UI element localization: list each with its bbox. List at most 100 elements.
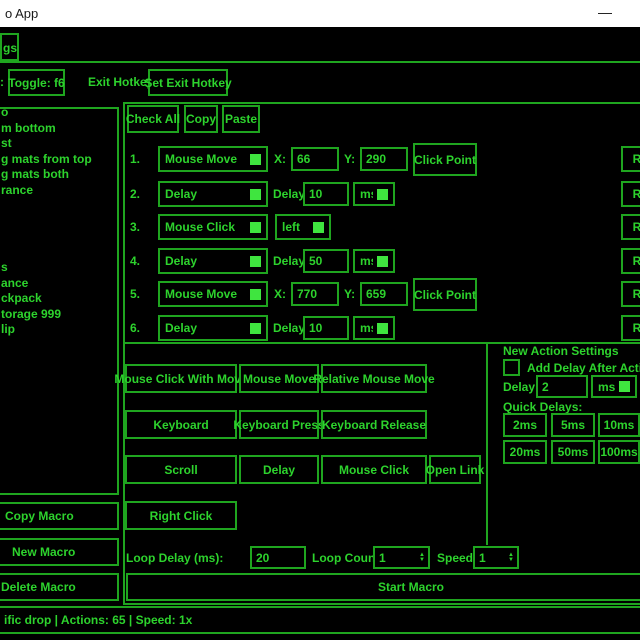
macro-list-item[interactable]: s bbox=[1, 260, 117, 276]
y-label: Y: bbox=[344, 287, 355, 301]
quick-delay-50ms-button[interactable]: 50ms bbox=[551, 440, 595, 464]
toggle-hotkey-button[interactable]: Toggle: f6 bbox=[8, 69, 65, 96]
add-scroll-button[interactable]: Scroll bbox=[125, 455, 237, 484]
macro-list-item[interactable]: torage 999 bbox=[1, 307, 117, 323]
dropdown-square-icon bbox=[250, 154, 261, 165]
speed-stepper[interactable]: 1 ▲ ▼ bbox=[473, 546, 519, 569]
macro-list-item bbox=[1, 214, 117, 230]
minimize-icon[interactable]: — bbox=[588, 0, 622, 27]
macro-list-item[interactable]: g mats from top bbox=[1, 152, 117, 168]
macro-list-item[interactable]: g mats both bbox=[1, 167, 117, 183]
macro-list-item[interactable]: o bbox=[1, 107, 117, 121]
action-row-index: 1. bbox=[130, 152, 140, 166]
macro-list-item[interactable]: lip bbox=[1, 322, 117, 338]
macro-list-item[interactable]: ance bbox=[1, 276, 117, 292]
delay-label: Delay bbox=[273, 187, 305, 201]
tab-label: gs bbox=[3, 41, 17, 55]
add-keyboard-press-button[interactable]: Keyboard Press bbox=[239, 410, 319, 439]
dropdown-square-icon bbox=[250, 323, 261, 334]
quick-delay-2ms-button[interactable]: 2ms bbox=[503, 413, 547, 437]
copy-actions-button[interactable]: Copy bbox=[184, 105, 218, 133]
settings-divider bbox=[486, 343, 488, 545]
add-mouse-click-button[interactable]: Mouse Click bbox=[321, 455, 427, 484]
action-type-dropdown[interactable]: Delay bbox=[158, 248, 268, 274]
loop-count-stepper[interactable]: 1 ▲ ▼ bbox=[373, 546, 430, 569]
add-delay-button[interactable]: Delay bbox=[239, 455, 319, 484]
action-type-dropdown[interactable]: Delay bbox=[158, 315, 268, 341]
action-type-dropdown[interactable]: Mouse Move bbox=[158, 146, 268, 172]
remove-action-button[interactable]: Remove bbox=[621, 281, 640, 307]
check-all-button[interactable]: Check All bbox=[127, 105, 179, 133]
macro-list-item bbox=[1, 245, 117, 261]
remove-action-button[interactable]: Remove bbox=[621, 315, 640, 341]
delay-unit-dropdown[interactable]: ms bbox=[353, 182, 395, 206]
add-right-click-button[interactable]: Right Click bbox=[125, 501, 237, 530]
action-row-clip: 6. Delay Delay ms bbox=[123, 310, 640, 343]
macro-list-item[interactable]: rance bbox=[1, 183, 117, 199]
add-delay-checkbox[interactable] bbox=[503, 359, 520, 376]
delay-unit-dropdown[interactable]: ms bbox=[353, 316, 395, 340]
x-input[interactable] bbox=[291, 147, 339, 171]
spinner-down-icon[interactable]: ▼ bbox=[508, 558, 514, 563]
quick-delay-20ms-button[interactable]: 20ms bbox=[503, 440, 547, 464]
y-input[interactable] bbox=[360, 282, 408, 306]
delay-unit-dropdown[interactable]: ms bbox=[353, 249, 395, 273]
mouse-button-dropdown[interactable]: left bbox=[275, 214, 331, 240]
action-row-index: 3. bbox=[130, 220, 140, 234]
new-delay-unit-dropdown[interactable]: ms bbox=[591, 375, 637, 398]
remove-action-button[interactable]: Remove bbox=[621, 181, 640, 207]
quick-delay-100ms-button[interactable]: 100ms bbox=[598, 440, 640, 464]
macro-list-item[interactable]: ckpack bbox=[1, 291, 117, 307]
dropdown-square-icon bbox=[250, 189, 261, 200]
window-title: o App bbox=[5, 0, 38, 27]
macro-list-item[interactable]: m bottom bbox=[1, 121, 117, 137]
click-point-button[interactable]: Click Point bbox=[413, 143, 477, 176]
speed-label: Speed: bbox=[437, 551, 477, 565]
dropdown-square-icon bbox=[313, 222, 324, 233]
add-mouse-move-button[interactable]: Mouse Move bbox=[239, 364, 319, 393]
y-input[interactable] bbox=[360, 147, 408, 171]
remove-action-button[interactable]: Remove bbox=[621, 214, 640, 240]
click-point-button[interactable]: Click Point bbox=[413, 278, 477, 311]
add-relative-mouse-move-button[interactable]: Relative Mouse Move bbox=[321, 364, 427, 393]
new-delay-input[interactable] bbox=[536, 375, 588, 398]
add-keyboard-button[interactable]: Keyboard bbox=[125, 410, 237, 439]
paste-actions-button[interactable]: Paste bbox=[222, 105, 260, 133]
macro-list-item[interactable]: st bbox=[1, 136, 117, 152]
action-row-index: 2. bbox=[130, 187, 140, 201]
x-label: X: bbox=[274, 152, 286, 166]
macro-list[interactable]: o m bottom st g mats from top g mats bot… bbox=[0, 107, 119, 495]
set-exit-hotkey-button[interactable]: Set Exit Hotkey bbox=[148, 69, 228, 96]
loop-delay-input[interactable] bbox=[250, 546, 306, 569]
dropdown-square-icon bbox=[250, 222, 261, 233]
start-macro-button[interactable]: Start Macro bbox=[126, 573, 640, 601]
loop-delay-label: Loop Delay (ms): bbox=[126, 551, 223, 565]
delay-label: Delay bbox=[273, 254, 305, 268]
status-bar: ific drop | Actions: 65 | Speed: 1x bbox=[0, 606, 640, 634]
spinner-down-icon[interactable]: ▼ bbox=[419, 558, 425, 563]
add-open-link-button[interactable]: Open Link bbox=[429, 455, 481, 484]
copy-macro-button[interactable]: Copy Macro bbox=[0, 502, 119, 530]
quick-delay-5ms-button[interactable]: 5ms bbox=[551, 413, 595, 437]
x-input[interactable] bbox=[291, 282, 339, 306]
action-type-dropdown[interactable]: Mouse Move bbox=[158, 281, 268, 307]
add-mouse-click-with-move-button[interactable]: Mouse Click With Move bbox=[125, 364, 237, 393]
add-keyboard-release-button[interactable]: Keyboard Release bbox=[321, 410, 427, 439]
new-action-settings-title: New Action Settings bbox=[503, 344, 619, 358]
dropdown-square-icon bbox=[377, 323, 388, 334]
macro-list-item bbox=[1, 198, 117, 214]
x-label: X: bbox=[274, 287, 286, 301]
action-type-dropdown[interactable]: Delay bbox=[158, 181, 268, 207]
action-type-dropdown[interactable]: Mouse Click bbox=[158, 214, 268, 240]
dropdown-square-icon bbox=[250, 256, 261, 267]
quick-delay-10ms-button[interactable]: 10ms bbox=[598, 413, 640, 437]
remove-action-button[interactable]: Remove bbox=[621, 248, 640, 274]
dropdown-square-icon bbox=[619, 381, 630, 392]
new-macro-button[interactable]: New Macro bbox=[0, 538, 119, 566]
remove-action-button[interactable]: Remove bbox=[621, 146, 640, 172]
delay-input[interactable] bbox=[303, 182, 349, 206]
tab-settings[interactable]: gs bbox=[0, 33, 19, 61]
delete-macro-button[interactable]: Delete Macro bbox=[0, 573, 119, 601]
delay-input[interactable] bbox=[303, 249, 349, 273]
delay-input[interactable] bbox=[303, 316, 349, 340]
